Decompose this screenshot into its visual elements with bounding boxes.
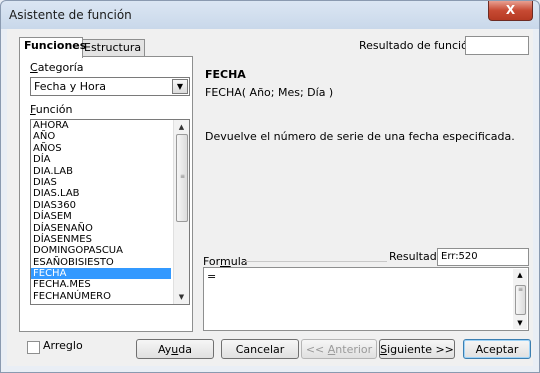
accept-button[interactable]: Aceptar [463,339,531,359]
list-item[interactable]: DÍA [31,154,171,165]
function-label: Función [30,103,73,116]
function-result-label: Resultado de función [359,39,475,52]
tab-estructura[interactable]: Estructura [79,39,145,57]
scroll-thumb[interactable]: ≡ [515,285,526,315]
cancel-button[interactable]: Cancelar [221,339,299,359]
scroll-down-icon[interactable]: ▼ [513,319,527,327]
list-item[interactable]: DIA.LAB [31,166,171,177]
list-item[interactable]: AÑO [31,131,171,142]
list-item[interactable]: FECHA.MES [31,279,171,290]
list-item[interactable]: DOMINGOPASCUA [31,245,171,256]
scroll-up-icon[interactable]: ▲ [513,271,527,279]
function-result-field [465,36,529,55]
function-list-items: AHORA AÑO AÑOS DÍA DIA.LAB DIAS DIAS.LAB DIAS36… [31,120,189,302]
list-item[interactable]: ESAÑOBISIESTO [31,257,171,268]
list-item[interactable]: DÍASENMES [31,234,171,245]
formula-value: = [207,270,217,283]
dialog-client: Funciones Estructura Categoría Fecha y H… [7,29,533,366]
list-item[interactable]: DÍASENAÑO [31,223,171,234]
formula-scrollbar[interactable]: ▲ ≡ ▼ [513,269,527,329]
list-item[interactable]: AÑOS [31,143,171,154]
back-button[interactable]: << Anterior [301,339,377,359]
result-value: Err:520 [441,251,478,262]
next-button[interactable]: Siguiente >> [379,339,455,359]
list-item[interactable]: FECHANÚMERO [31,291,171,302]
scroll-thumb[interactable]: ≡ [176,134,188,222]
list-item[interactable]: DIAS.LAB [31,188,171,199]
category-value: Fecha y Hora [34,80,107,93]
function-list[interactable]: AHORA AÑO AÑOS DÍA DIA.LAB DIAS DIAS.LAB DIAS36… [30,119,190,305]
result-label: Resultado [389,250,444,263]
dialog-window: Asistente de función X Funciones Estruct… [0,0,540,373]
close-button[interactable]: X [488,1,533,21]
scroll-down-icon[interactable]: ▼ [174,290,189,304]
list-item[interactable]: AHORA [31,120,171,131]
functions-panel: Categoría Fecha y Hora ▼ Función AHORA AÑ… [19,56,193,332]
window-title: Asistente de función [9,8,132,22]
formula-editor[interactable]: = ▲ ≡ ▼ [203,267,529,331]
function-description: Devuelve el número de serie de una fecha… [205,130,515,143]
tab-funciones[interactable]: Funciones [19,37,86,58]
function-syntax: FECHA( Año; Mes; Día ) [205,86,334,99]
chevron-down-icon[interactable]: ▼ [172,79,188,94]
category-label: Categoría [30,61,84,74]
array-checkbox[interactable] [27,341,40,354]
list-item[interactable]: FECHA [31,268,171,280]
list-item[interactable]: DÍASEM [31,211,171,222]
help-button[interactable]: Ayuda [136,339,214,359]
result-field: Err:520 [437,248,529,266]
function-name: FECHA [205,68,246,81]
title-bar: Asistente de función X [1,1,539,29]
formula-separator [245,261,387,262]
list-item[interactable]: DIAS [31,177,171,188]
function-list-scrollbar[interactable]: ▲ ≡ ▼ [173,120,189,304]
list-item[interactable]: DIAS360 [31,200,171,211]
array-label: Arreglo [43,339,83,352]
category-select[interactable]: Fecha y Hora ▼ [30,77,190,96]
scroll-up-icon[interactable]: ▲ [174,120,189,134]
